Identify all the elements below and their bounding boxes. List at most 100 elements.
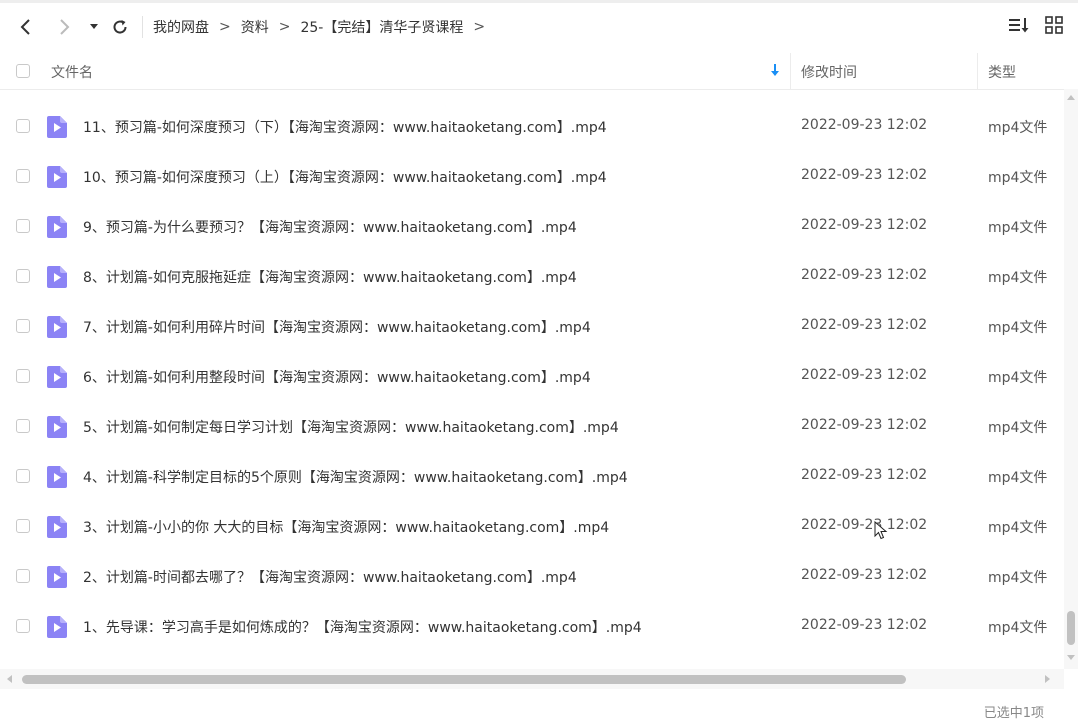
breadcrumb-item-course[interactable]: 25-【完结】清华子贤课程 [300, 17, 463, 37]
breadcrumb: 我的网盘 > 资料 > 25-【完结】清华子贤课程 > [153, 17, 495, 37]
file-modified-time: 2022-09-23 12:02 [801, 217, 928, 233]
file-row[interactable]: 9、预习篇-为什么要预习？【海淘宝资源网：www.haitaoketang.co… [0, 201, 1064, 251]
file-name[interactable]: 4、计划篇-科学制定目标的5个原则【海淘宝资源网：www.haitaoketan… [83, 467, 628, 487]
forward-button[interactable] [52, 15, 76, 39]
breadcrumb-separator: > [219, 19, 231, 35]
refresh-button[interactable] [108, 15, 132, 39]
grid-view-button[interactable] [1044, 15, 1064, 39]
vertical-scrollbar[interactable] [1064, 89, 1078, 669]
file-name[interactable]: 2、计划篇-时间都去哪了？【海淘宝资源网：www.haitaoketang.co… [83, 567, 577, 587]
file-modified-time: 2022-09-23 12:02 [801, 617, 928, 633]
column-divider[interactable] [790, 53, 791, 89]
row-checkbox[interactable] [16, 569, 30, 583]
video-file-icon [47, 416, 67, 438]
file-row[interactable]: 10、预习篇-如何深度预习（上）【海淘宝资源网：www.haitaoketang… [0, 151, 1064, 201]
file-type: mp4文件 [988, 570, 1048, 586]
video-file-icon [47, 216, 67, 238]
video-file-icon [47, 116, 67, 138]
row-checkbox[interactable] [16, 169, 30, 183]
file-row[interactable]: 12、预习篇-怎么提升预习效率？【海淘宝资源网：www.haitaoketang… [0, 89, 1064, 101]
select-all-checkbox[interactable] [16, 64, 30, 78]
sort-button[interactable] [1008, 15, 1030, 39]
column-divider[interactable] [977, 53, 978, 89]
file-name[interactable]: 10、预习篇-如何深度预习（上）【海淘宝资源网：www.haitaoketang… [83, 167, 607, 187]
file-modified-time: 2022-09-23 12:02 [801, 567, 928, 583]
breadcrumb-item-materials[interactable]: 资料 [241, 17, 269, 37]
file-modified-time: 2022-09-23 12:02 [801, 167, 928, 183]
selection-status: 已选中1项 [983, 706, 1044, 721]
row-checkbox[interactable] [16, 119, 30, 133]
scroll-up-arrow-icon[interactable] [1067, 94, 1075, 100]
file-row[interactable]: 7、计划篇-如何利用碎片时间【海淘宝资源网：www.haitaoketang.c… [0, 301, 1064, 351]
sort-icon [1009, 18, 1029, 33]
scroll-down-arrow-icon[interactable] [1067, 655, 1075, 661]
back-button[interactable] [14, 15, 38, 39]
row-checkbox[interactable] [16, 469, 30, 483]
scroll-left-arrow-icon[interactable] [6, 675, 12, 683]
file-row[interactable]: 8、计划篇-如何克服拖延症【海淘宝资源网：www.haitaoketang.co… [0, 251, 1064, 301]
forward-arrow-icon [60, 19, 70, 35]
breadcrumb-separator: > [473, 19, 486, 35]
file-name[interactable]: 9、预习篇-为什么要预习？【海淘宝资源网：www.haitaoketang.co… [83, 217, 577, 237]
row-checkbox[interactable] [16, 519, 30, 533]
row-checkbox[interactable] [16, 269, 30, 283]
row-checkbox[interactable] [16, 419, 30, 433]
breadcrumb-item-root[interactable]: 我的网盘 [153, 17, 209, 37]
video-file-icon [47, 166, 67, 188]
column-header-time[interactable]: 修改时间 [801, 62, 857, 82]
video-file-icon [47, 466, 67, 488]
file-name[interactable]: 5、计划篇-如何制定每日学习计划【海淘宝资源网：www.haitaoketang… [83, 417, 619, 437]
file-name[interactable]: 8、计划篇-如何克服拖延症【海淘宝资源网：www.haitaoketang.co… [83, 267, 577, 287]
mouse-cursor-icon [874, 521, 888, 540]
file-row[interactable]: 3、计划篇-小小的你 大大的目标【海淘宝资源网：www.haitaoketang… [0, 501, 1064, 551]
file-row[interactable]: 11、预习篇-如何深度预习（下）【海淘宝资源网：www.haitaoketang… [0, 101, 1064, 151]
column-header: 文件名 修改时间 类型 [0, 53, 1078, 90]
column-header-name[interactable]: 文件名 [51, 62, 93, 82]
file-name[interactable]: 6、计划篇-如何利用整段时间【海淘宝资源网：www.haitaoketang.c… [83, 367, 591, 387]
file-modified-time: 2022-09-23 12:02 [801, 417, 928, 433]
row-checkbox[interactable] [16, 619, 30, 633]
column-header-type[interactable]: 类型 [988, 62, 1016, 82]
file-name[interactable]: 11、预习篇-如何深度预习（下）【海淘宝资源网：www.haitaoketang… [83, 117, 607, 137]
file-modified-time: 2022-09-23 12:02 [801, 367, 928, 383]
scroll-right-arrow-icon[interactable] [1045, 675, 1051, 683]
file-row[interactable]: 1、先导课：学习高手是如何炼成的？【海淘宝资源网：www.haitaoketan… [0, 601, 1064, 651]
file-row[interactable]: 6、计划篇-如何利用整段时间【海淘宝资源网：www.haitaoketang.c… [0, 351, 1064, 401]
row-checkbox[interactable] [16, 219, 30, 233]
video-file-icon [47, 366, 67, 388]
file-modified-time: 2022-09-23 12:02 [801, 317, 928, 333]
grid-view-icon [1045, 16, 1063, 34]
file-row[interactable]: 5、计划篇-如何制定每日学习计划【海淘宝资源网：www.haitaoketang… [0, 401, 1064, 451]
file-row[interactable]: 4、计划篇-科学制定目标的5个原则【海淘宝资源网：www.haitaoketan… [0, 451, 1064, 501]
history-dropdown-icon [90, 24, 98, 29]
file-rows: 12、预习篇-怎么提升预习效率？【海淘宝资源网：www.haitaoketang… [0, 89, 1064, 651]
file-type: mp4文件 [988, 320, 1048, 336]
sort-desc-icon[interactable] [770, 63, 780, 81]
history-dropdown-button[interactable] [82, 15, 106, 39]
video-file-icon [47, 566, 67, 588]
file-modified-time: 2022-09-23 12:02 [801, 267, 928, 283]
toolbar: 我的网盘 > 资料 > 25-【完结】清华子贤课程 > [0, 3, 1078, 51]
row-checkbox[interactable] [16, 319, 30, 333]
video-file-icon [47, 516, 67, 538]
file-name[interactable]: 7、计划篇-如何利用碎片时间【海淘宝资源网：www.haitaoketang.c… [83, 317, 591, 337]
file-row[interactable]: 2、计划篇-时间都去哪了？【海淘宝资源网：www.haitaoketang.co… [0, 551, 1064, 601]
file-type: mp4文件 [988, 270, 1048, 286]
file-type: mp4文件 [988, 620, 1048, 636]
horizontal-scroll-thumb[interactable] [22, 675, 906, 684]
vertical-scroll-thumb[interactable] [1067, 611, 1075, 645]
video-file-icon [47, 616, 67, 638]
file-type: mp4文件 [988, 520, 1048, 536]
horizontal-scrollbar[interactable] [0, 669, 1064, 689]
file-type: mp4文件 [988, 470, 1048, 486]
file-type: mp4文件 [988, 220, 1048, 236]
toolbar-divider [142, 16, 143, 38]
breadcrumb-separator: > [278, 19, 291, 35]
file-name[interactable]: 1、先导课：学习高手是如何炼成的？【海淘宝资源网：www.haitaoketan… [83, 617, 642, 637]
file-name[interactable]: 3、计划篇-小小的你 大大的目标【海淘宝资源网：www.haitaoketang… [83, 517, 609, 537]
row-checkbox[interactable] [16, 369, 30, 383]
file-modified-time: 2022-09-23 12:02 [801, 517, 928, 533]
file-type: mp4文件 [988, 170, 1048, 186]
file-type: mp4文件 [988, 370, 1048, 386]
file-type: mp4文件 [988, 420, 1048, 436]
